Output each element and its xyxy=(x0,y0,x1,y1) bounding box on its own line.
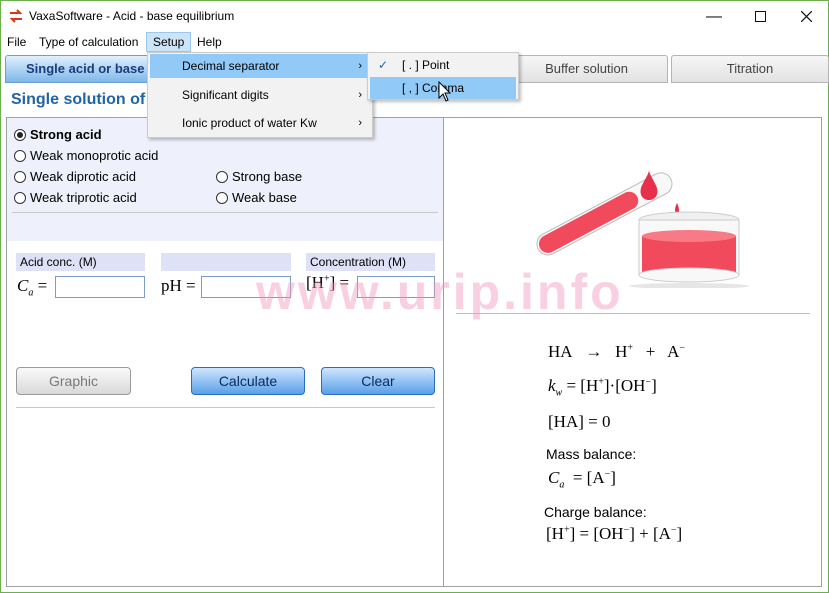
radio-weak-triprotic-acid[interactable]: Weak triprotic acid xyxy=(14,190,137,205)
maximize-button[interactable] xyxy=(737,1,783,32)
radio-weak-diprotic-acid[interactable]: Weak diprotic acid xyxy=(14,169,136,184)
mass-balance-label: Mass balance: xyxy=(546,446,637,462)
minimize-icon: — xyxy=(706,7,722,25)
formula-a: A xyxy=(667,342,680,361)
ca-equals: = xyxy=(37,276,48,295)
ph-symbol: pH = xyxy=(161,276,196,295)
chevron-right-icon: › xyxy=(358,60,362,72)
test-tube-beaker-illustration xyxy=(536,170,749,288)
app-logo-icon xyxy=(9,9,23,23)
menu-item-ionic-product-kw[interactable]: Ionic product of water Kw › xyxy=(150,111,370,135)
menu-setup[interactable]: Setup xyxy=(146,32,192,52)
tab-titration[interactable]: Titration xyxy=(671,55,829,83)
ph-label-header xyxy=(161,253,291,271)
radio-indicator xyxy=(216,191,228,204)
menu-item-label: Ionic product of water Kw xyxy=(182,116,317,130)
formula-charge-oh: ] = [OH xyxy=(569,524,624,543)
formula-charge-h: [H xyxy=(546,524,564,543)
menu-help[interactable]: Help xyxy=(191,32,228,52)
radio-indicator xyxy=(14,170,26,183)
concentration-label: Concentration (M) xyxy=(306,253,435,271)
formula-kw-h: = [H xyxy=(566,376,599,395)
chevron-right-icon: › xyxy=(358,89,362,101)
radio-label: Weak base xyxy=(232,190,297,205)
divider xyxy=(456,313,810,314)
clear-button[interactable]: Clear xyxy=(321,367,435,395)
close-icon xyxy=(800,11,812,22)
radio-strong-acid[interactable]: Strong acid xyxy=(14,127,102,142)
radio-weak-base[interactable]: Weak base xyxy=(216,190,297,205)
results-panel: HA → H+ + A− kw = [H+]·[OH−] [HA] = 0 Ma… xyxy=(444,117,822,587)
divider xyxy=(16,407,435,408)
formula-charge-a: ] + [A xyxy=(629,524,671,543)
title-bar: VaxaSoftware - Acid - base equilibrium — xyxy=(1,1,828,32)
formula-ha: HA xyxy=(548,342,573,361)
menu-item-decimal-separator[interactable]: Decimal separator › xyxy=(150,54,370,78)
menu-item-label: Significant digits xyxy=(182,88,269,102)
ha-zero-equation: [HA] = 0 xyxy=(548,412,611,431)
h-concentration-symbol: [H+] = xyxy=(306,273,350,292)
menu-bar: File Type of calculation Setup Help xyxy=(1,32,828,52)
menu-file[interactable]: File xyxy=(1,32,32,52)
minimize-button[interactable]: — xyxy=(691,1,737,32)
formula-kw-end: ] xyxy=(651,376,657,395)
radio-label: Strong base xyxy=(232,169,303,184)
radio-label: Weak diprotic acid xyxy=(30,169,136,184)
ca-input[interactable] xyxy=(55,276,145,298)
tab-buffer-solution[interactable]: Buffer solution xyxy=(505,55,668,83)
chevron-right-icon: › xyxy=(358,117,362,129)
calculate-button[interactable]: Calculate xyxy=(191,367,305,395)
radio-indicator xyxy=(14,191,26,204)
formula-arrow: → xyxy=(585,342,603,361)
menu-item-significant-digits[interactable]: Significant digits › xyxy=(150,83,370,107)
kw-equation: kw = [H+]·[OH−] xyxy=(548,376,657,399)
formula-plus: + xyxy=(645,342,656,361)
graphic-button[interactable]: Graphic xyxy=(16,367,131,395)
menu-item-point[interactable]: ✓ [ . ] Point xyxy=(370,54,516,76)
radio-weak-monoprotic-acid[interactable]: Weak monoprotic acid xyxy=(14,148,158,163)
h-equals: = xyxy=(339,273,350,292)
checkmark-icon: ✓ xyxy=(378,58,389,72)
acid-conc-label: Acid conc. (M) xyxy=(16,253,145,271)
radio-indicator xyxy=(14,149,26,162)
charge-balance-label: Charge balance: xyxy=(544,504,647,520)
section-title: Single solution of xyxy=(11,91,146,108)
radio-label: Weak monoprotic acid xyxy=(30,148,159,163)
ca-symbol: Ca = xyxy=(17,276,48,299)
formula-mass: = [A xyxy=(572,468,605,487)
formula-kw-oh: ]·[OH xyxy=(603,376,646,395)
ph-input[interactable] xyxy=(201,276,291,298)
input-panel: Strong acid Weak monoprotic acid Weak di… xyxy=(6,117,444,587)
window-title: VaxaSoftware - Acid - base equilibrium xyxy=(29,9,235,23)
menu-item-label: [ . ] Point xyxy=(402,58,450,72)
setup-menu: Decimal separator › Significant digits ›… xyxy=(147,52,373,138)
radio-label: Strong acid xyxy=(30,127,102,142)
menu-item-label: [ , ] Comma xyxy=(402,81,465,95)
divider xyxy=(12,212,438,213)
mass-balance-equation: Ca = [A−] xyxy=(548,468,616,491)
menu-type-of-calculation[interactable]: Type of calculation xyxy=(33,32,144,52)
formula-charge-end: ] xyxy=(676,524,683,543)
app-window: VaxaSoftware - Acid - base equilibrium —… xyxy=(0,0,829,593)
h-concentration-input[interactable] xyxy=(357,276,435,298)
close-button[interactable] xyxy=(783,1,829,32)
formula-mass-end: ] xyxy=(610,468,616,487)
charge-balance-equation: [H+] = [OH−] + [A−] xyxy=(546,524,683,543)
menu-item-label: Decimal separator xyxy=(182,59,280,73)
radio-indicator xyxy=(216,170,228,183)
radio-strong-base[interactable]: Strong base xyxy=(216,169,302,184)
dissociation-equation: HA → H+ + A− xyxy=(548,342,686,361)
radio-indicator xyxy=(14,128,26,141)
radio-label: Weak triprotic acid xyxy=(30,190,137,205)
mouse-pointer-icon xyxy=(438,81,452,102)
formula-h: H xyxy=(615,342,628,361)
maximize-icon xyxy=(754,11,766,22)
